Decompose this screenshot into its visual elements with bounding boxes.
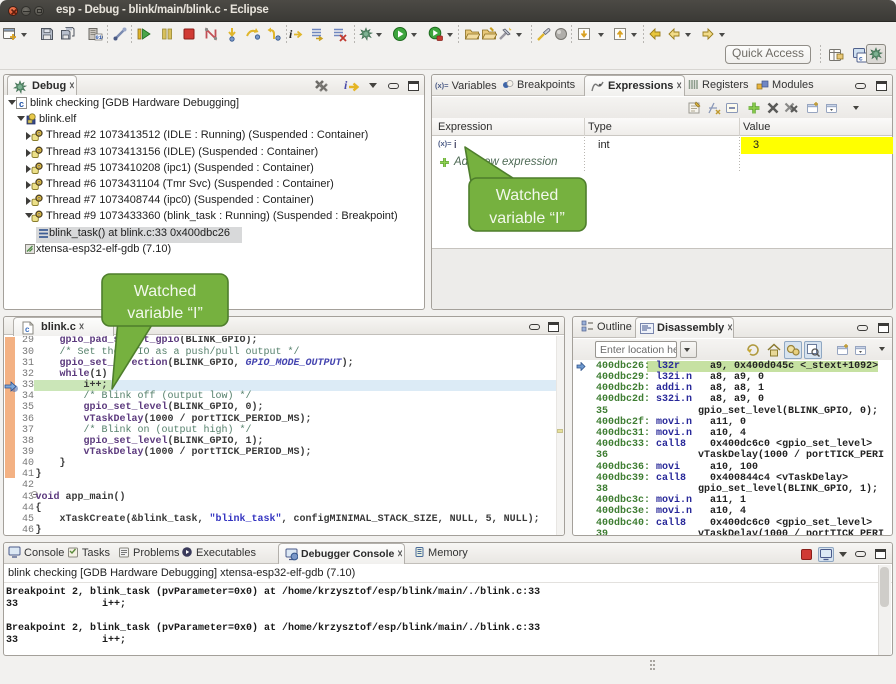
svg-text:Watched: Watched [134, 283, 197, 300]
svg-text:c: c [25, 325, 30, 334]
svg-text:Watched: Watched [496, 187, 559, 204]
svg-text:010: 010 [96, 34, 104, 41]
svg-text:i: i [289, 27, 293, 41]
svg-text:c: c [859, 56, 863, 63]
svg-text:variable “I”: variable “I” [489, 210, 565, 227]
svg-text:variable “I”: variable “I” [127, 305, 203, 322]
